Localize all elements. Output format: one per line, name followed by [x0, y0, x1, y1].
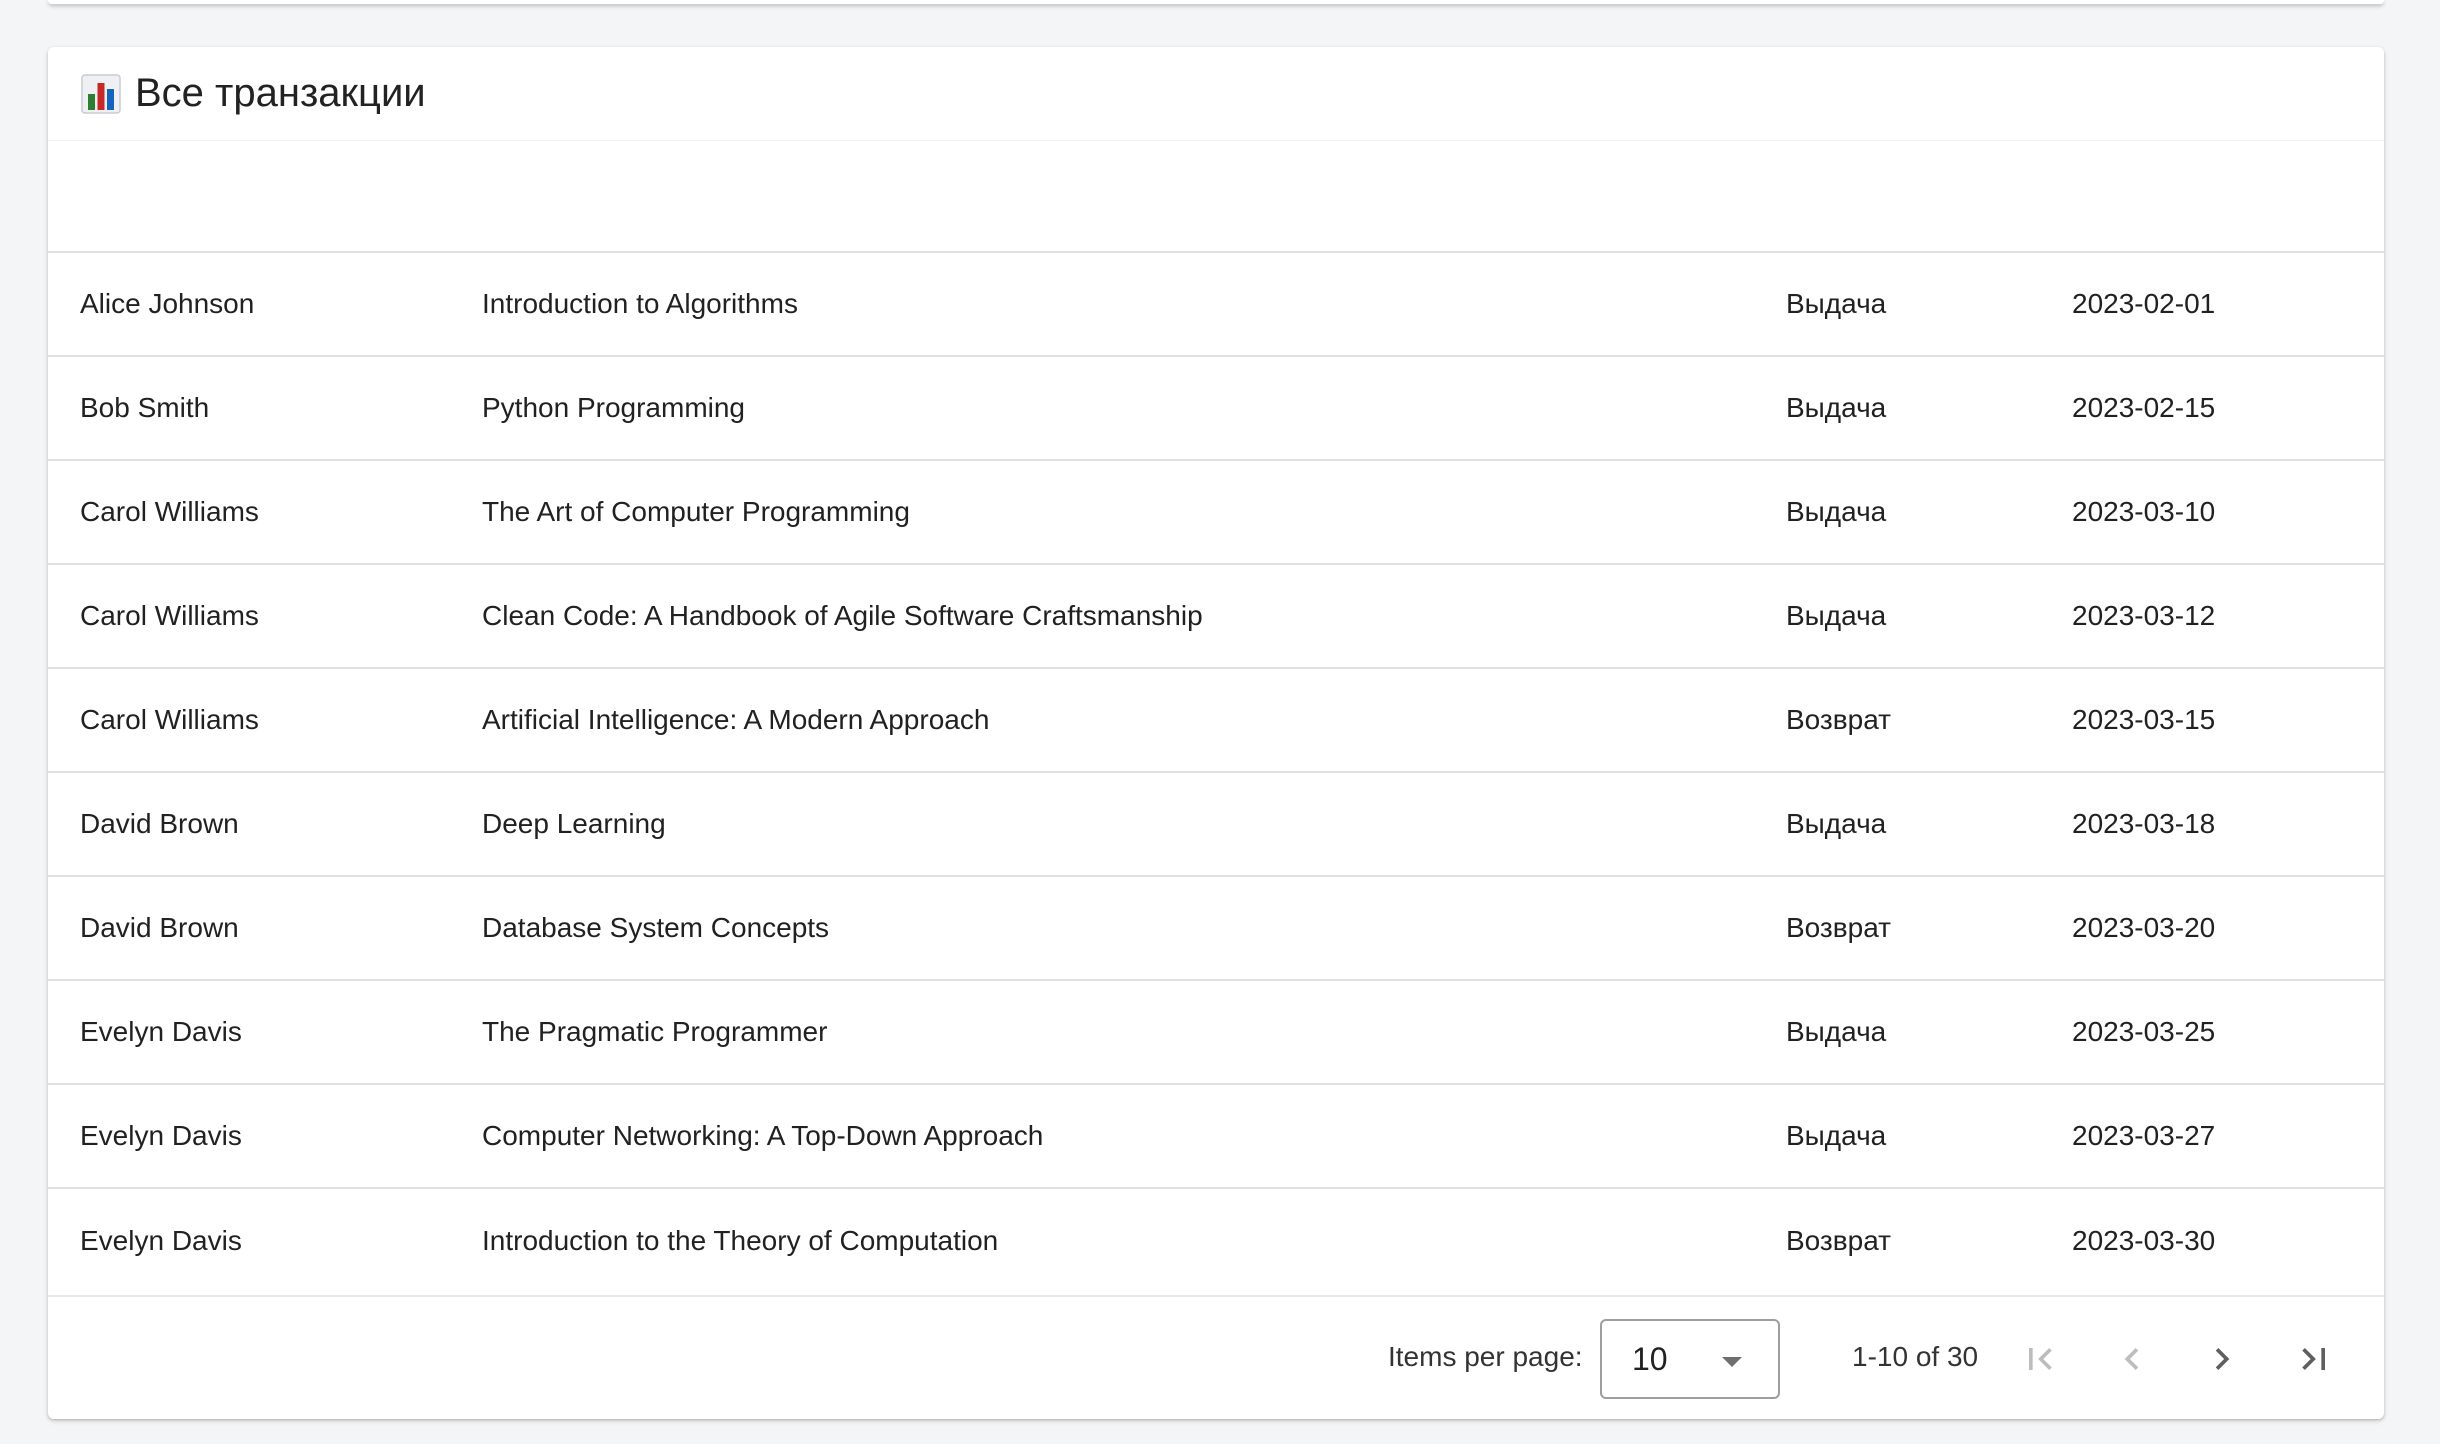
table-row: David Brown Deep Learning Выдача 2023-03-18 [48, 773, 2384, 877]
table-row: Bob Smith Python Programming Выдача 2023-02… [48, 357, 2384, 461]
transaction-type-cell: Выдача [1786, 496, 1887, 527]
book-title-cell: The Art of Computer Programming [482, 496, 910, 527]
transaction-type-cell: Выдача [1786, 808, 1887, 839]
date-cell: 2023-03-15 [2072, 704, 2216, 735]
bar-chart-icon [81, 73, 121, 114]
items-per-page-label: Items per page: [1388, 1341, 1583, 1372]
user-cell: Alice Johnson [80, 288, 255, 319]
page-title: Все транзакции [135, 71, 426, 115]
items-per-page-value: 10 [1632, 1340, 1668, 1377]
transaction-type-cell: Выдача [1786, 600, 1887, 631]
transaction-type-cell: Выдача [1786, 288, 1887, 319]
last-page-icon [2302, 1348, 2325, 1370]
paginator: Items per page: 10 1-10 of 30 [48, 1295, 2384, 1419]
date-cell: 2023-02-01 [2072, 288, 2216, 319]
date-cell: 2023-03-27 [2072, 1120, 2216, 1151]
first-page-button[interactable] [2010, 1329, 2070, 1389]
transaction-type-cell: Возврат [1786, 704, 1891, 735]
table-row: David Brown Database System Concepts Возвр… [48, 877, 2384, 981]
chevron-right-icon [2215, 1348, 2230, 1370]
table-row: Carol Williams Clean Code: A Handbook of … [48, 565, 2384, 669]
transactions-card: Все транзакции Alice Johnson Introduction… [48, 47, 2384, 1419]
book-title-cell: Deep Learning [482, 808, 666, 839]
user-cell: Carol Williams [80, 496, 259, 527]
transactions-table-body: Alice Johnson Introduction to Algorithms В… [48, 253, 2384, 1293]
transaction-type-cell: Выдача [1786, 1016, 1887, 1047]
transaction-type-cell: Возврат [1786, 1225, 1891, 1256]
last-page-button[interactable] [2284, 1329, 2344, 1389]
date-cell: 2023-03-12 [2072, 600, 2216, 631]
dropdown-arrow-icon [1722, 1357, 1742, 1367]
transaction-type-cell: Выдача [1786, 392, 1887, 423]
book-title-cell: Clean Code: A Handbook of Agile Software… [482, 600, 1203, 631]
previous-card-edge [48, 0, 2384, 4]
date-cell: 2023-03-10 [2072, 496, 2216, 527]
chevron-left-icon [2124, 1348, 2139, 1370]
user-cell: Carol Williams [80, 704, 259, 735]
date-cell: 2023-03-20 [2072, 912, 2216, 943]
table-row: Alice Johnson Introduction to Algorithms В… [48, 253, 2384, 357]
user-cell: Evelyn Davis [80, 1225, 242, 1256]
date-cell: 2023-02-15 [2072, 392, 2216, 423]
user-cell: Bob Smith [80, 392, 210, 423]
table-header-row [48, 141, 2384, 253]
page-range-label: 1-10 of 30 [1852, 1341, 1979, 1372]
book-title-cell: Introduction to the Theory of Computatio… [482, 1225, 999, 1256]
previous-page-button[interactable] [2102, 1329, 2162, 1389]
user-cell: Evelyn Davis [80, 1016, 242, 1047]
book-title-cell: Python Programming [482, 392, 746, 423]
transaction-type-cell: Выдача [1786, 1120, 1887, 1151]
date-cell: 2023-03-30 [2072, 1225, 2216, 1256]
table-row: Evelyn Davis The Pragmatic Programmer Выда… [48, 981, 2384, 1085]
items-per-page-select[interactable]: 10 [1600, 1319, 1780, 1399]
user-cell: David Brown [80, 912, 239, 943]
first-page-icon [2029, 1348, 2052, 1370]
table-row: Carol Williams Artificial Intelligence: A… [48, 669, 2384, 773]
next-page-button[interactable] [2192, 1329, 2252, 1389]
transaction-type-cell: Возврат [1786, 912, 1891, 943]
book-title-cell: Introduction to Algorithms [482, 288, 798, 319]
book-title-cell: Database System Concepts [482, 912, 830, 943]
table-row: Carol Williams The Art of Computer Progra… [48, 461, 2384, 565]
user-cell: Evelyn Davis [80, 1120, 242, 1151]
user-cell: David Brown [80, 808, 239, 839]
book-title-cell: Artificial Intelligence: A Modern Approa… [482, 704, 990, 735]
table-row: Evelyn Davis Computer Networking: A Top-D… [48, 1085, 2384, 1189]
book-title-cell: The Pragmatic Programmer [482, 1016, 828, 1047]
date-cell: 2023-03-18 [2072, 808, 2216, 839]
card-header: Все транзакции [48, 47, 2384, 141]
user-cell: Carol Williams [80, 600, 259, 631]
table-row: Evelyn Davis Introduction to the Theory o… [48, 1189, 2384, 1293]
book-title-cell: Computer Networking: A Top-Down Approach [482, 1120, 1044, 1151]
date-cell: 2023-03-25 [2072, 1016, 2216, 1047]
